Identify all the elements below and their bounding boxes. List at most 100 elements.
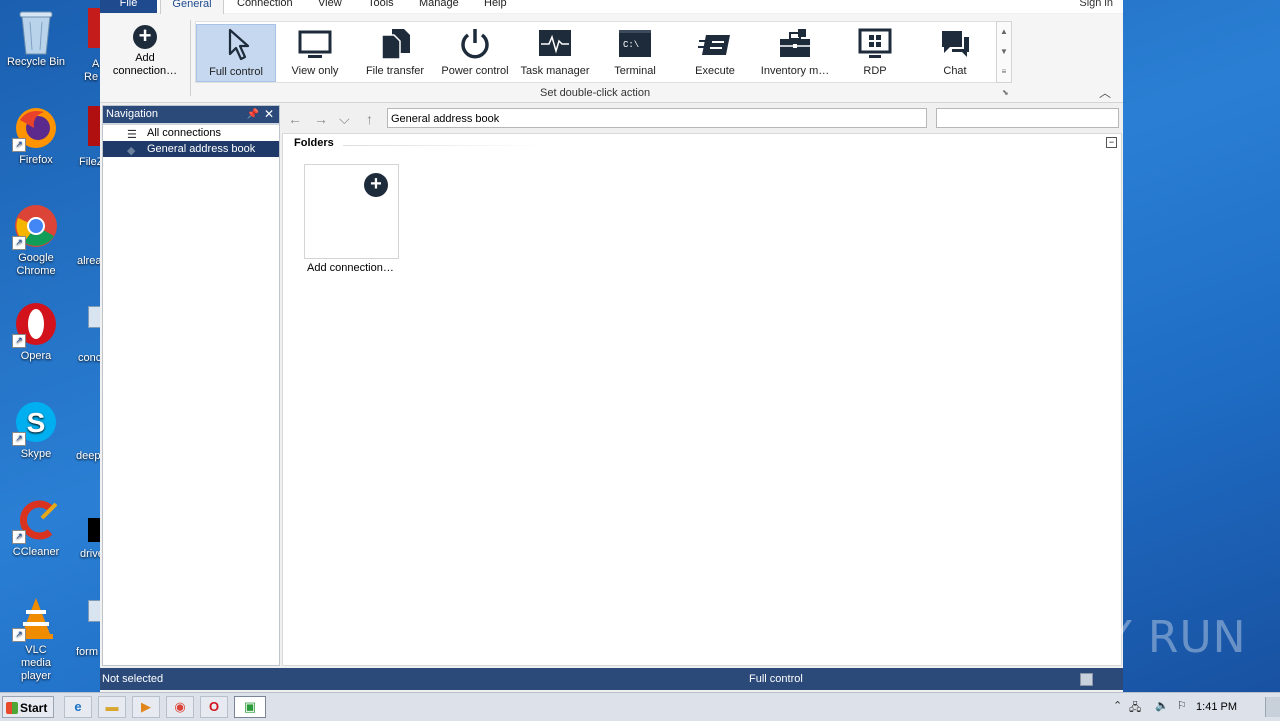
action-terminal[interactable]: C:\ Terminal [596, 24, 674, 80]
action-view-only[interactable]: View only [276, 24, 354, 80]
tree-item-general-address-book[interactable]: ◆ General address book [103, 141, 279, 157]
add-connection-button[interactable]: + Add connection… [108, 22, 182, 90]
network-icon[interactable]: 🖧 [1129, 699, 1141, 718]
back-arrow-icon[interactable]: ← [288, 111, 302, 127]
action-file-transfer[interactable]: File transfer [356, 24, 434, 80]
ccleaner-icon: ↗ [12, 498, 58, 544]
collapse-ribbon-icon[interactable]: ︿ [1099, 84, 1111, 101]
taskbar-ie[interactable]: e [64, 696, 92, 718]
action-label: View only [291, 65, 339, 77]
desktop-icon-recycle-bin[interactable]: Recycle Bin [0, 8, 72, 69]
desktop-icon-ccleaner[interactable]: ↗ CCleaner [0, 498, 72, 559]
desktop-icon-chrome[interactable]: ↗ Google Chrome [0, 204, 72, 278]
menu-tools[interactable]: Tools [368, 0, 394, 9]
partial-icon[interactable] [88, 518, 100, 542]
volume-icon[interactable]: 🔈 [1155, 699, 1169, 712]
partial-label: conc [78, 352, 100, 364]
watermark: ANY RUN [1040, 612, 1247, 663]
partial-label: deep [76, 450, 100, 462]
scroll-down-icon[interactable]: ▼ [997, 42, 1011, 62]
taskbar-remote-app[interactable]: ▣ [234, 696, 266, 718]
action-label: Terminal [614, 65, 656, 77]
chrome-icon: ↗ [12, 204, 58, 250]
tree-item-label: General address book [147, 143, 256, 155]
sign-in-link[interactable]: Sign in [1079, 0, 1113, 9]
menu-help[interactable]: Help [484, 0, 507, 9]
partial-icon[interactable] [88, 106, 100, 146]
pin-icon[interactable]: 📌 [247, 106, 259, 123]
plus-circle-icon: + [133, 25, 157, 49]
shortcut-arrow-icon: ↗ [12, 236, 26, 250]
show-hidden-icons-icon[interactable]: ⌃ [1113, 699, 1122, 712]
address-book-icon: ◆ [127, 145, 136, 157]
desktop-icon-label: Recycle Bin [6, 56, 66, 68]
scroll-up-icon[interactable]: ▲ [997, 22, 1011, 42]
navigation-header: Navigation 📌 ✕ [103, 106, 279, 123]
status-indicator-icon[interactable] [1080, 673, 1093, 686]
action-full-control[interactable]: Full control [196, 24, 276, 82]
partial-icon[interactable] [88, 8, 100, 48]
desktop-icon-opera[interactable]: ↗ Opera [0, 302, 72, 363]
recycle-bin-icon [14, 8, 58, 55]
plus-circle-icon: + [364, 173, 388, 197]
tree-item-all-connections[interactable]: ☰ All connections [103, 125, 279, 141]
start-button[interactable]: Start [2, 696, 54, 718]
menu-bar: File General Connection View Tools Manag… [100, 0, 1123, 14]
folders-header: Folders [294, 137, 334, 149]
cursor-icon [228, 28, 250, 61]
menu-general[interactable]: General [160, 0, 224, 14]
taskbar-opera[interactable]: O [200, 696, 228, 718]
power-icon [461, 29, 489, 59]
partial-icon[interactable] [88, 600, 100, 622]
taskbar-media-player[interactable]: ▶ [132, 696, 160, 718]
internet-explorer-icon: e [74, 699, 82, 714]
ribbon-divider [190, 20, 191, 96]
remote-app-icon: ▣ [243, 699, 257, 714]
action-rdp[interactable]: RDP [836, 24, 914, 80]
add-connection-tile-label[interactable]: Add connection… [307, 262, 394, 274]
start-label: Start [20, 701, 48, 715]
address-field[interactable]: General address book [387, 108, 927, 128]
up-arrow-icon[interactable]: ↑ [366, 111, 373, 127]
action-power-control[interactable]: Power control [436, 24, 514, 80]
show-desktop-button[interactable] [1265, 697, 1280, 717]
dialog-launcher-icon[interactable]: ⬊ [1002, 88, 1009, 97]
skype-icon: S ↗ [12, 400, 58, 446]
desktop-icon-vlc[interactable]: ↗ VLC media player [0, 596, 72, 683]
shortcut-arrow-icon: ↗ [12, 530, 26, 544]
navigation-pane: Navigation 📌 ✕ ☰ All connections ◆ Gener… [102, 105, 280, 666]
desktop-icon-label: Opera [20, 350, 52, 362]
partial-label: alrea [77, 255, 100, 267]
desktop-icon-firefox[interactable]: ↗ Firefox [0, 106, 72, 167]
history-chevron-icon[interactable]: ⌵ [339, 111, 350, 128]
action-task-manager[interactable]: Task manager [516, 24, 594, 80]
taskbar: Start e ▬ ▶ ◉ O ▣ ⌃ 🖧 🔈 ⚐ 1:41 PM [0, 692, 1280, 721]
gallery-scrollbar[interactable]: ▲ ▼ ≡ [996, 21, 1012, 83]
status-selection: Not selected [102, 673, 164, 685]
desktop-icon-label: CCleaner [12, 546, 60, 558]
menu-view[interactable]: View [318, 0, 342, 9]
desktop-icon-skype[interactable]: S ↗ Skype [0, 400, 72, 461]
close-icon[interactable]: ✕ [264, 106, 274, 123]
search-input[interactable] [936, 108, 1119, 128]
collapse-section-icon[interactable]: − [1106, 137, 1117, 148]
terminal-icon: C:\ [619, 30, 651, 57]
windows-logo-icon [6, 702, 18, 714]
expand-gallery-icon[interactable]: ≡ [997, 62, 1011, 82]
taskbar-explorer[interactable]: ▬ [98, 696, 126, 718]
taskbar-chrome[interactable]: ◉ [166, 696, 194, 718]
add-connection-tile[interactable]: + [304, 164, 399, 259]
action-center-flag-icon[interactable]: ⚐ [1177, 699, 1187, 712]
action-inventory[interactable]: Inventory m… [756, 24, 834, 80]
partial-icon[interactable] [88, 306, 100, 328]
clock[interactable]: 1:41 PM [1196, 693, 1237, 721]
menu-connection[interactable]: Connection [237, 0, 293, 9]
menu-manage[interactable]: Manage [419, 0, 459, 9]
action-chat[interactable]: Chat [916, 24, 994, 80]
menu-file[interactable]: File [100, 0, 157, 13]
tree-item-label: All connections [147, 127, 221, 139]
action-execute[interactable]: Execute [676, 24, 754, 80]
chat-icon [942, 31, 969, 57]
files-icon [381, 29, 410, 60]
forward-arrow-icon[interactable]: → [314, 111, 328, 127]
